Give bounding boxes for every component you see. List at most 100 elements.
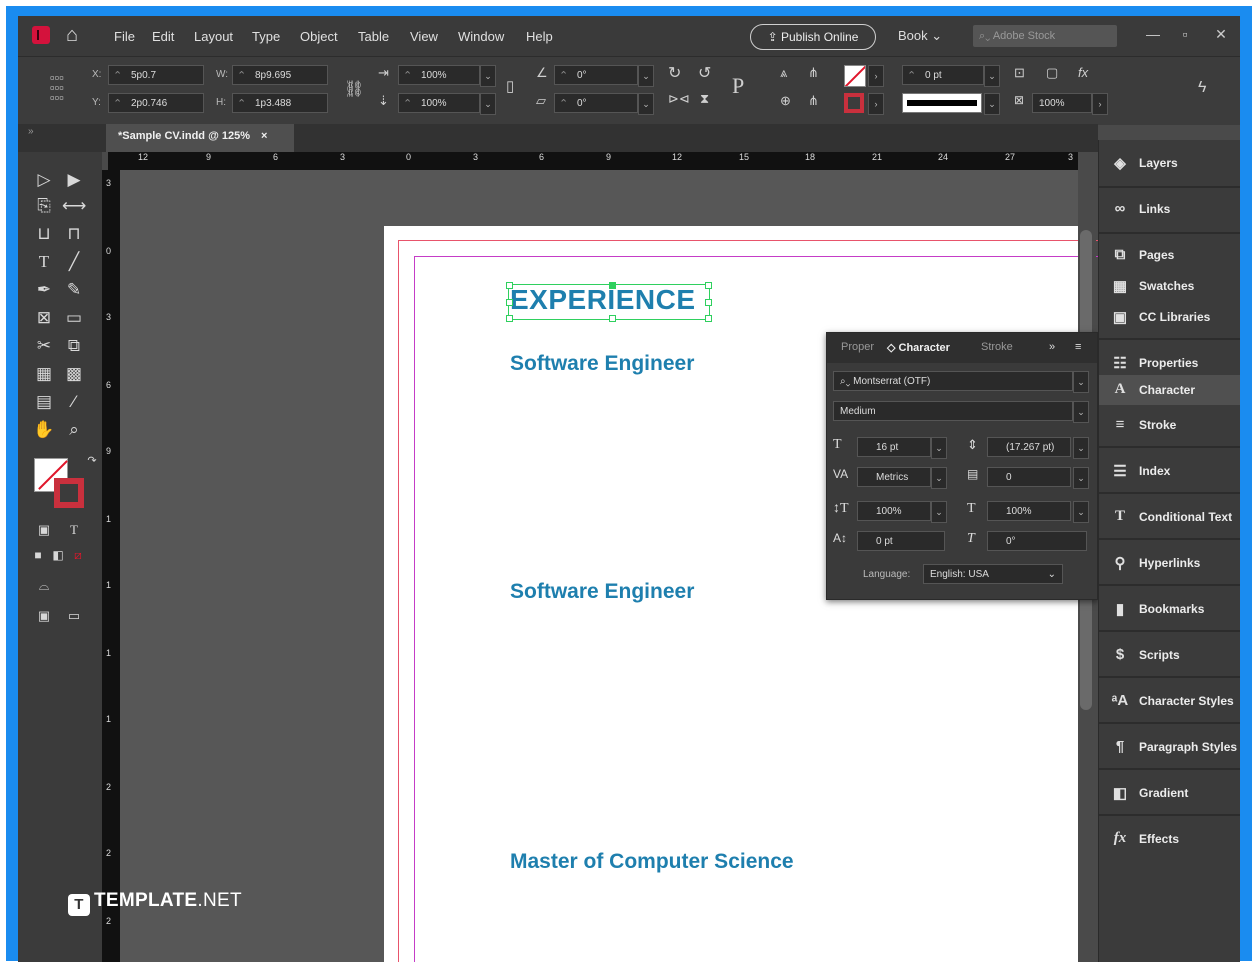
select-next-icon[interactable]: ⋔ [808,93,819,109]
panel-item-hyperlinks[interactable]: ⚲ Hyperlinks [1099,544,1240,584]
proxy-icon[interactable]: ▯ [506,77,514,95]
menu-type[interactable]: Type [252,29,280,44]
home-icon[interactable]: ⌂ [66,25,78,45]
menu-window[interactable]: Window [458,29,504,44]
stroke-swatch-large[interactable] [54,478,84,508]
font-family-dropdown[interactable]: ⌄ [1073,371,1089,393]
panel-item-character[interactable]: A Character [1099,375,1240,405]
panel-item-gradient[interactable]: ◧ Gradient [1099,774,1240,814]
menu-layout[interactable]: Layout [194,29,233,44]
opacity-field[interactable]: 100% [1032,93,1092,114]
height-field[interactable]: 1p3.488 [232,93,328,114]
note-tool-icon[interactable]: ▤ [32,392,56,412]
formatting-container-icon[interactable]: ▣ [32,522,56,538]
text-frame-selection[interactable] [506,282,712,322]
screen-mode-icon[interactable]: ▭ [62,608,86,624]
resize-handle[interactable] [609,282,616,289]
resize-handle[interactable] [506,299,513,306]
font-style-dropdown[interactable]: ⌄ [1073,401,1089,423]
menu-object[interactable]: Object [300,29,338,44]
adobe-stock-search[interactable]: ⌕⌄ Adobe Stock [973,25,1117,47]
panel-item-layers[interactable]: ◈ Layers [1099,144,1240,184]
font-style-field[interactable]: Medium [833,401,1073,421]
vertical-ruler[interactable]: 3 0 3 6 9 1 1 1 1 2 2 2 [102,170,120,962]
rectangle-frame-tool-icon[interactable]: ⊠ [32,308,56,328]
x-position-field[interactable]: 5p0.7 [108,65,204,86]
resize-handle[interactable] [609,315,616,322]
reference-point-icon[interactable]: ▫▫▫ ▫▫▫ ▫▫▫ [50,71,64,104]
resize-handle[interactable] [705,299,712,306]
content-collector-icon[interactable]: ⊔ [32,224,56,244]
shear-dropdown[interactable]: ⌄ [638,93,654,115]
scale-x-dropdown[interactable]: ⌄ [480,65,496,87]
gradient-swatch-tool-icon[interactable]: ▦ [32,364,56,384]
tracking-dropdown[interactable]: ⌄ [1073,467,1089,489]
publish-online-button[interactable]: ⇪ Publish Online [750,24,876,50]
line-tool-icon[interactable]: ╱ [62,252,86,272]
tab-character[interactable]: ◇ Character [887,341,950,354]
pencil-tool-icon[interactable]: ✎ [62,280,86,300]
apply-none-icon[interactable]: ⧄ [66,548,90,563]
fx-icon[interactable]: fx [1078,65,1088,80]
section-heading[interactable]: Software Engineer [510,352,694,376]
scissors-tool-icon[interactable]: ✂ [32,336,56,356]
resize-handle[interactable] [506,315,513,322]
rotate-ccw-icon[interactable]: ↺ [698,63,711,83]
constrain-proportions-icon[interactable]: ⛓ [344,79,364,99]
eyedropper-tool-icon[interactable]: ⁄ [62,392,86,412]
type-tool-icon[interactable]: T [32,252,56,272]
section-heading[interactable]: Master of Computer Science [510,850,794,874]
tab-properties[interactable]: Proper [841,341,874,353]
opacity-dropdown[interactable]: › [1092,93,1108,115]
rectangle-tool-icon[interactable]: ▭ [62,308,86,328]
frame-fitting-icon[interactable]: ▢ [1046,65,1058,81]
document-tab[interactable]: *Sample CV.indd @ 125% × [106,124,294,152]
gradient-feather-tool-icon[interactable]: ▩ [62,364,86,384]
flip-vertical-icon[interactable]: ⧗ [700,91,709,107]
pen-tool-icon[interactable]: ✒ [32,280,56,300]
zoom-tool-icon[interactable]: ⌕ [62,420,86,440]
tracking-field[interactable]: 0 [987,467,1071,487]
menu-view[interactable]: View [410,29,438,44]
horizontal-scale-dropdown[interactable]: ⌄ [1073,501,1089,523]
menu-file[interactable]: File [114,29,135,44]
vertical-scale-field[interactable]: 100% [857,501,931,521]
skew-field[interactable]: 0° [987,531,1087,551]
fill-dropdown[interactable]: › [868,65,884,87]
free-transform-tool-icon[interactable]: ⧉ [62,336,86,356]
vertical-scale-dropdown[interactable]: ⌄ [931,501,947,523]
select-content-icon[interactable]: ⊕ [780,93,791,109]
fill-none-swatch[interactable] [844,65,866,87]
stroke-weight-field[interactable]: 0 pt [902,65,984,86]
stroke-type-selector[interactable] [902,93,982,113]
scale-x-field[interactable]: 100% [398,65,480,86]
horizontal-ruler[interactable]: 12 9 6 3 0 3 6 9 12 15 18 21 24 27 3 [108,152,1078,171]
panel-item-index[interactable]: ☰ Index [1099,452,1240,492]
stroke-type-dropdown[interactable]: ⌄ [984,93,1000,115]
resize-handle[interactable] [705,315,712,322]
font-size-field[interactable]: 16 pt [857,437,931,457]
leading-dropdown[interactable]: ⌄ [1073,437,1089,459]
panel-item-character-styles[interactable]: ᵃA Character Styles [1099,682,1240,722]
shear-angle-field[interactable]: 0° [554,93,638,114]
language-select[interactable]: English: USA ⌄ [923,564,1063,584]
width-field[interactable]: 8p9.695 [232,65,328,86]
menu-help[interactable]: Help [526,29,553,44]
panel-item-effects[interactable]: fx Effects [1099,820,1240,860]
minimize-button[interactable]: — [1136,22,1170,46]
maximize-button[interactable]: ▫ [1168,22,1202,46]
select-previous-icon[interactable]: ⋔ [808,65,819,81]
panel-item-stroke[interactable]: ≡ Stroke [1099,406,1240,446]
leading-field[interactable]: (17.267 pt) [987,437,1071,457]
text-frame-options-icon[interactable]: ⊡ [1014,65,1025,81]
menu-table[interactable]: Table [358,29,389,44]
expand-panel-icon[interactable]: » [1049,341,1055,353]
panel-item-paragraph-styles[interactable]: ¶ Paragraph Styles [1099,728,1240,768]
selection-tool-icon[interactable]: ▷ [32,170,56,190]
formatting-text-icon[interactable]: T [62,522,86,538]
close-tab-icon[interactable]: × [261,130,267,142]
close-button[interactable]: ✕ [1204,22,1238,46]
quick-actions-icon[interactable]: ϟ [1198,79,1206,97]
content-placer-icon[interactable]: ⊓ [62,224,86,244]
flip-horizontal-icon[interactable]: ⊳⊲ [668,91,690,107]
